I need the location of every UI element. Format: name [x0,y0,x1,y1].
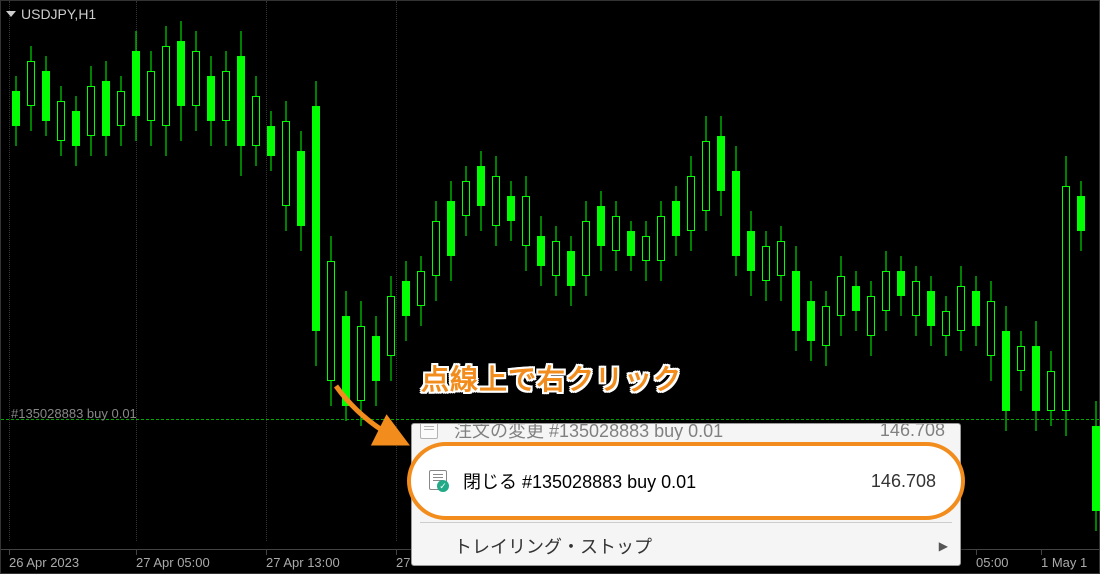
menu-label: 注文の変更 #135028883 buy 0.01 [454,424,880,440]
context-menu: 注文の変更 #135028883 buy 0.01 146.708 ✓ 閉じる … [411,423,961,566]
order-label: #135028883 buy 0.01 [11,406,137,421]
grid-line [266,1,267,541]
submenu-arrow-icon: ▶ [939,539,948,553]
grid-line [396,1,397,541]
menu-label: トレイリング・ストップ [454,533,945,559]
menu-item-close-order[interactable]: ✓ 閉じる #135028883 buy 0.01 146.708 [407,442,965,520]
grid-line [9,1,10,541]
order-entry-line[interactable] [1,419,1099,420]
x-axis-label: 1 May 1 [1041,555,1087,570]
menu-item-modify-order[interactable]: 注文の変更 #135028883 buy 0.01 146.708 [412,424,960,440]
document-icon [420,424,442,440]
chart-title: USDJPY,H1 [21,6,96,22]
x-axis-label: 05:00 [976,555,1009,570]
annotation-arrow-icon [331,381,421,451]
document-check-icon: ✓ [429,470,451,492]
menu-price: 146.708 [880,424,945,440]
chart-title-bar[interactable]: USDJPY,H1 [6,6,96,22]
menu-price: 146.708 [871,471,936,492]
x-axis-label: 27 Apr 05:00 [136,555,210,570]
menu-divider [420,522,952,523]
x-axis-label: 26 Apr 2023 [9,555,79,570]
menu-item-trailing-stop[interactable]: トレイリング・ストップ ▶ [412,527,960,565]
menu-label: 閉じる #135028883 buy 0.01 [463,468,871,494]
x-axis-label: 27 Apr 13:00 [266,555,340,570]
x-axis-label: 27 [396,555,410,570]
spacer-icon [420,535,442,557]
annotation-callout: 点線上で右クリック [421,358,682,398]
dropdown-triangle-icon [6,11,16,17]
